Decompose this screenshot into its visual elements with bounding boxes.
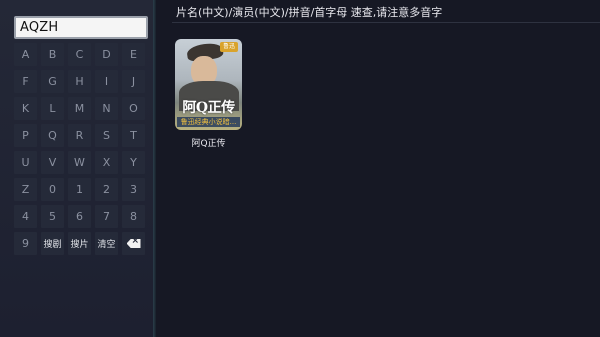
panel-divider — [153, 0, 156, 337]
key-y[interactable]: Y — [122, 151, 145, 174]
key-7[interactable]: 7 — [95, 205, 118, 228]
key-m[interactable]: M — [68, 97, 91, 120]
key-t[interactable]: T — [122, 124, 145, 147]
key-5[interactable]: 5 — [41, 205, 64, 228]
key-v[interactable]: V — [41, 151, 64, 174]
key-8[interactable]: 8 — [122, 205, 145, 228]
search-hint: 片名(中文)/演员(中文)/拼音/首字母 速查,请注意多音字 — [176, 6, 443, 19]
key-6[interactable]: 6 — [68, 205, 91, 228]
key-p[interactable]: P — [14, 124, 37, 147]
key-f[interactable]: F — [14, 70, 37, 93]
key-x[interactable]: X — [95, 151, 118, 174]
poster-caption: 鲁迅经典小说暗... — [177, 117, 240, 127]
backspace-icon — [126, 239, 141, 248]
key-o[interactable]: O — [122, 97, 145, 120]
key-s[interactable]: S — [95, 124, 118, 147]
key-h[interactable]: H — [68, 70, 91, 93]
key-b[interactable]: B — [41, 43, 64, 66]
key-9[interactable]: 9 — [14, 232, 37, 255]
result-poster: 鲁迅 阿Q正传 鲁迅经典小说暗... — [175, 39, 242, 130]
hint-divider — [172, 22, 600, 23]
key-z[interactable]: Z — [14, 178, 37, 201]
backspace-button[interactable] — [122, 232, 145, 255]
key-u[interactable]: U — [14, 151, 37, 174]
clear-button[interactable]: 清空 — [95, 232, 118, 255]
key-j[interactable]: J — [122, 70, 145, 93]
key-q[interactable]: Q — [41, 124, 64, 147]
key-n[interactable]: N — [95, 97, 118, 120]
key-g[interactable]: G — [41, 70, 64, 93]
poster-title-art: 阿Q正传 — [182, 100, 235, 116]
key-d[interactable]: D — [95, 43, 118, 66]
search-movie-button[interactable]: 搜片 — [68, 232, 91, 255]
key-r[interactable]: R — [68, 124, 91, 147]
key-e[interactable]: E — [122, 43, 145, 66]
poster-badge: 鲁迅 — [219, 42, 238, 52]
key-i[interactable]: I — [95, 70, 118, 93]
on-screen-keyboard: A B C D E F G H I J K L M N O P Q R S T … — [14, 43, 146, 255]
result-title: 阿Q正传 — [191, 139, 226, 149]
key-0[interactable]: 0 — [41, 178, 64, 201]
key-4[interactable]: 4 — [14, 205, 37, 228]
key-3[interactable]: 3 — [122, 178, 145, 201]
key-w[interactable]: W — [68, 151, 91, 174]
key-1[interactable]: 1 — [68, 178, 91, 201]
key-a[interactable]: A — [14, 43, 37, 66]
search-input[interactable]: AQZH — [14, 16, 148, 39]
key-2[interactable]: 2 — [95, 178, 118, 201]
key-c[interactable]: C — [68, 43, 91, 66]
key-l[interactable]: L — [41, 97, 64, 120]
result-card[interactable]: 鲁迅 阿Q正传 鲁迅经典小说暗... 阿Q正传 — [175, 39, 242, 149]
key-k[interactable]: K — [14, 97, 37, 120]
search-drama-button[interactable]: 搜剧 — [41, 232, 64, 255]
